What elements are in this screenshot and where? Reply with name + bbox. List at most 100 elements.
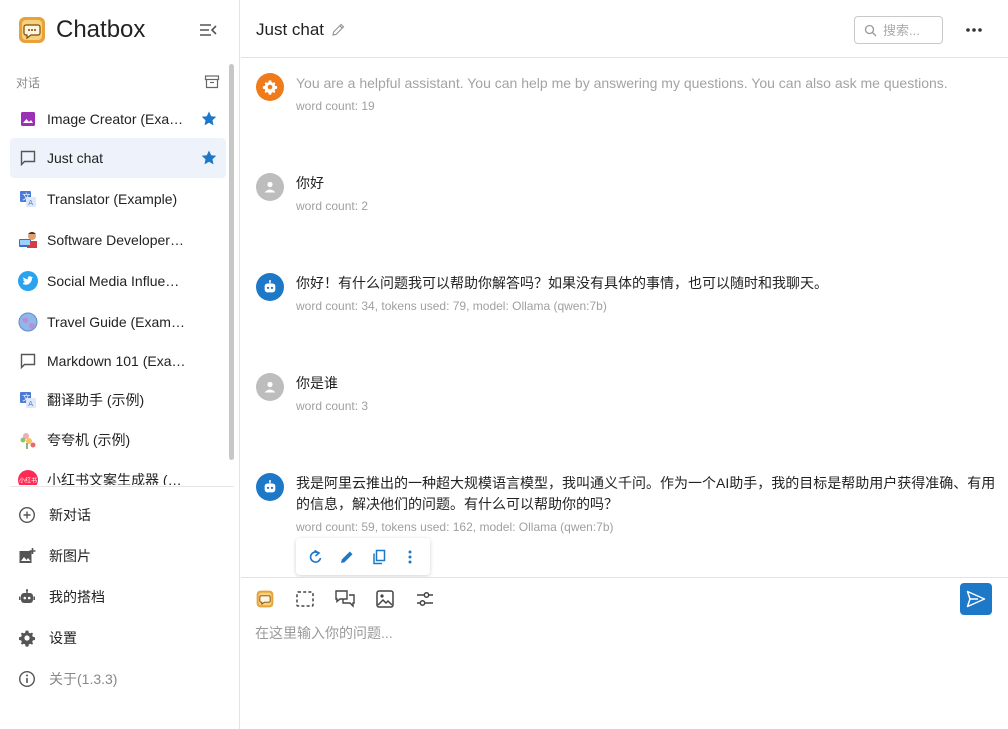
model-select-button[interactable] — [254, 588, 276, 610]
message-meta: word count: 2 — [296, 199, 369, 213]
copy-icon — [373, 549, 385, 564]
conversation-label: Software Developer (Example) — [47, 231, 187, 248]
composer-toolbar — [254, 588, 454, 610]
xiaohongshu-badge-text: 小红书 — [19, 477, 37, 485]
more-options-button[interactable] — [962, 20, 986, 40]
sliders-icon — [417, 592, 433, 606]
section-title: 对话 — [16, 75, 41, 90]
regenerate-button[interactable] — [305, 546, 327, 568]
star-icon[interactable] — [200, 149, 218, 167]
sidebar: Chatbox 对话 Image Creator (Example) — [0, 0, 240, 729]
robot-icon — [264, 479, 276, 493]
info-icon — [18, 670, 36, 688]
message-user: 你好 word count: 2 — [256, 173, 996, 213]
conversation-label: Image Creator (Example) — [47, 110, 187, 127]
message-text: 你好 — [296, 175, 324, 191]
message-meta: word count: 3 — [296, 399, 369, 413]
chatbox-logo-icon — [256, 590, 274, 608]
gear-icon — [18, 629, 36, 647]
translate-icon: 文A — [18, 390, 38, 410]
twitter-icon — [18, 270, 38, 291]
message-meta: word count: 19 — [296, 99, 375, 113]
robot-icon — [18, 588, 36, 606]
copy-message-button[interactable] — [368, 546, 390, 568]
brand: Chatbox — [18, 14, 145, 46]
refresh-icon — [309, 549, 322, 563]
settings-button[interactable]: 设置 — [10, 617, 226, 658]
archive-icon[interactable] — [204, 74, 220, 90]
menu-label: 设置 — [49, 629, 77, 646]
edit-message-button[interactable] — [336, 546, 358, 568]
conversation-list: Image Creator (Example) Just chat 文A Tra… — [10, 99, 226, 485]
assistant-avatar — [256, 273, 284, 301]
message-text: 你好！有什么问题我可以帮助你解答吗？如果没有具体的事情，也可以随时和我聊天。 — [296, 275, 828, 291]
conversation-item-translation-assistant[interactable]: 文A 翻译助手 (示例) — [10, 380, 226, 420]
chat-bubble-icon — [18, 351, 38, 371]
menu-label: 我的搭档 — [49, 588, 105, 605]
chat-bubble-icon — [18, 148, 38, 168]
conversation-item-image-creator[interactable]: Image Creator (Example) — [10, 99, 226, 138]
message-text: 你是谁 — [296, 375, 338, 391]
conversation-label: Just chat — [47, 150, 104, 166]
conversation-label: 夸夸机 (示例) — [47, 432, 131, 448]
about-button[interactable]: 关于(1.3.3) — [10, 658, 226, 699]
message-text: 我是阿里云推出的一种超大规模语言模型，我叫通义千问。作为一个AI助手，我的目标是… — [296, 475, 996, 512]
dashed-selection-icon — [296, 591, 314, 607]
chat-settings-button[interactable] — [414, 588, 436, 610]
conversation-item-just-chat[interactable]: Just chat — [10, 138, 226, 178]
message-action-bar — [296, 538, 430, 575]
sidebar-scrollbar[interactable] — [229, 64, 234, 460]
conversation-label: Markdown 101 (Example) — [47, 353, 187, 369]
conversation-item-xiaohongshu-generator[interactable]: 小红书 小红书文案生成器 (示例) — [10, 460, 226, 485]
message-meta: word count: 59, tokens used: 162, model:… — [296, 520, 614, 534]
menu-label: 关于(1.3.3) — [49, 670, 118, 687]
new-image-button[interactable]: 新图片 — [10, 535, 226, 576]
attach-image-button[interactable] — [374, 588, 396, 610]
search-box[interactable] — [854, 16, 943, 44]
new-chat-button[interactable]: 新对话 — [10, 494, 226, 535]
message-input[interactable] — [255, 623, 995, 713]
conversation-context-button[interactable] — [334, 588, 356, 610]
pencil-icon — [341, 551, 353, 563]
conversation-label: Social Media Influencer (Example) — [47, 272, 187, 289]
conversation-item-software-developer[interactable]: Software Developer (Example) — [10, 219, 226, 260]
select-region-button[interactable] — [294, 588, 316, 610]
conversations-header: 对话 — [16, 72, 220, 92]
person-icon — [264, 381, 276, 393]
image-icon — [376, 590, 394, 608]
chat-main: Just chat You are a helpful assistant. Y… — [241, 0, 1008, 729]
add-image-icon — [18, 547, 36, 565]
star-icon[interactable] — [200, 110, 218, 128]
translate-icon: 文A — [18, 189, 38, 209]
svg-text:A: A — [28, 400, 33, 408]
globe-icon — [18, 312, 38, 332]
add-circle-icon — [18, 506, 36, 524]
chat-header: Just chat — [241, 0, 1008, 58]
gear-icon — [262, 80, 278, 95]
conversation-label: 小红书文案生成器 (示例) — [47, 472, 187, 485]
flower-icon — [18, 430, 38, 450]
conversation-label: Travel Guide (Example) — [47, 313, 187, 330]
conversation-item-markdown-101[interactable]: Markdown 101 (Example) — [10, 342, 226, 380]
conversation-item-travel-guide[interactable]: Travel Guide (Example) — [10, 301, 226, 342]
conversation-item-translator[interactable]: 文A Translator (Example) — [10, 178, 226, 219]
message-more-button[interactable] — [399, 546, 421, 568]
person-icon — [264, 181, 276, 193]
chat-bubbles-icon — [335, 590, 355, 608]
app-name: Chatbox — [56, 16, 146, 43]
sidebar-menu: 新对话 新图片 我的搭档 设置 关于(1.3.3) — [10, 494, 226, 699]
conversation-item-social-media-influencer[interactable]: Social Media Influencer (Example) — [10, 260, 226, 301]
more-horizontal-icon — [966, 28, 982, 32]
user-avatar — [256, 373, 284, 401]
send-button[interactable] — [960, 583, 992, 615]
send-icon — [966, 590, 986, 608]
search-input[interactable] — [883, 22, 938, 38]
composer — [241, 577, 1008, 729]
conversation-item-praise-bot[interactable]: 夸夸机 (示例) — [10, 420, 226, 460]
edit-title-icon[interactable] — [330, 22, 346, 38]
assistant-avatar — [256, 473, 284, 501]
collapse-sidebar-icon[interactable] — [198, 21, 218, 39]
chat-title-wrap: Just chat — [256, 20, 346, 40]
developer-avatar-icon — [18, 230, 38, 250]
my-partners-button[interactable]: 我的搭档 — [10, 576, 226, 617]
